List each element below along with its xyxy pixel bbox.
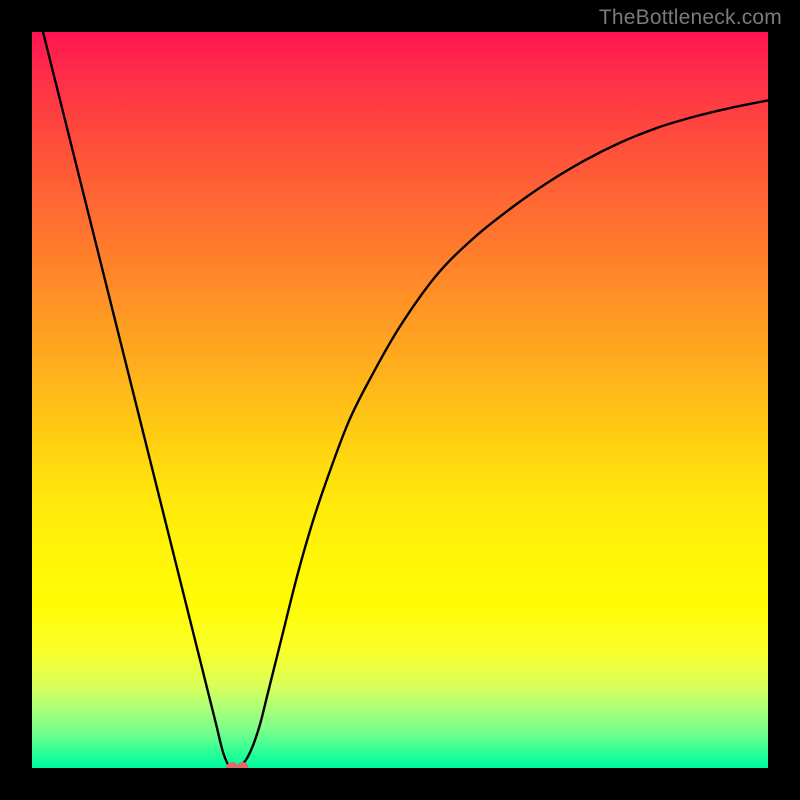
bottleneck-curve (32, 32, 768, 768)
min-marker-2 (237, 762, 249, 768)
curve-layer (32, 32, 768, 768)
attribution-text: TheBottleneck.com (599, 6, 782, 30)
plot-area (32, 32, 768, 768)
chart-frame: TheBottleneck.com (0, 0, 800, 800)
